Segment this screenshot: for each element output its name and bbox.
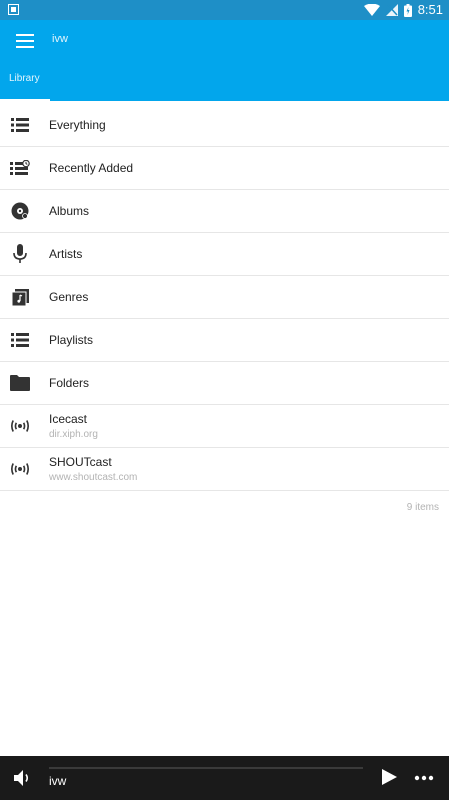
- radio-broadcast-icon: [10, 459, 30, 479]
- microphone-icon: [10, 244, 30, 264]
- list-item-subtitle: www.shoutcast.com: [49, 472, 138, 483]
- list-item-recently-added[interactable]: Recently Added: [0, 147, 449, 190]
- list-item-artists[interactable]: Artists: [0, 233, 449, 276]
- list-item-folders[interactable]: Folders: [0, 362, 449, 405]
- tab-library-label: Library: [9, 73, 40, 84]
- list-item-albums[interactable]: Albums: [0, 190, 449, 233]
- signal-icon: [385, 4, 398, 16]
- list-item-label: Albums: [49, 204, 90, 218]
- list-item-playlists[interactable]: Playlists: [0, 319, 449, 362]
- menu-button[interactable]: [12, 29, 38, 53]
- tab-indicator: [0, 99, 50, 101]
- playlist-icon: [10, 330, 30, 350]
- items-count: 9 items: [406, 502, 439, 513]
- battery-icon: [403, 3, 412, 17]
- hamburger-menu-icon: [16, 34, 34, 48]
- library-list: Everything Recently Added Albums Artists…: [0, 104, 449, 491]
- clock-time: 8:51: [417, 2, 443, 17]
- tab-library[interactable]: Library: [0, 62, 50, 101]
- mini-player[interactable]: ivw: [0, 756, 449, 800]
- app-bar: ivw: [0, 20, 449, 62]
- now-playing-title: ivw: [49, 774, 67, 788]
- folder-icon: [10, 373, 30, 393]
- play-icon[interactable]: [380, 768, 398, 786]
- list-item-label: Everything: [49, 118, 106, 132]
- notification-icon: [8, 4, 19, 15]
- list-item-label: Genres: [49, 290, 89, 304]
- list-item-label: Folders: [49, 376, 90, 390]
- wifi-icon: [363, 4, 380, 16]
- app-title: ivw: [52, 33, 68, 45]
- list-item-label: Recently Added: [49, 161, 134, 175]
- list-item-icecast[interactable]: Icecast dir.xiph.org: [0, 405, 449, 448]
- list-item-label: Artists: [49, 247, 83, 261]
- list-item-subtitle: dir.xiph.org: [49, 429, 98, 440]
- radio-broadcast-icon: [10, 416, 30, 436]
- volume-icon[interactable]: [14, 770, 32, 786]
- list-item-label: Playlists: [49, 333, 94, 347]
- album-disc-icon: [10, 201, 30, 221]
- list-item-shoutcast[interactable]: SHOUTcast www.shoutcast.com: [0, 448, 449, 491]
- list-item-label: SHOUTcast: [49, 455, 112, 469]
- list-icon: [10, 115, 30, 135]
- tab-bar: Library: [0, 62, 449, 101]
- recent-list-icon: [10, 158, 30, 178]
- list-item-genres[interactable]: Genres: [0, 276, 449, 319]
- genre-note-icon: [10, 287, 30, 307]
- more-options-icon[interactable]: [414, 775, 434, 781]
- progress-bar[interactable]: [49, 767, 363, 769]
- status-bar: 8:51: [0, 0, 449, 20]
- list-item-label: Icecast: [49, 412, 88, 426]
- list-item-everything[interactable]: Everything: [0, 104, 449, 147]
